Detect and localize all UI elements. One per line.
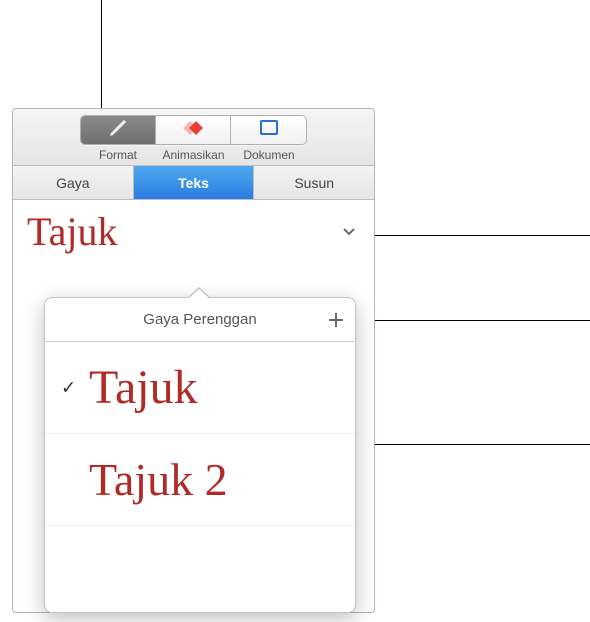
tab-style-label: Gaya [56, 175, 89, 191]
plus-icon [327, 311, 345, 329]
tab-style[interactable]: Gaya [13, 166, 134, 199]
view-segmented-control [80, 115, 307, 145]
style-item-label: Tajuk [89, 364, 198, 412]
tab-arrange[interactable]: Susun [254, 166, 374, 199]
format-segment[interactable] [81, 116, 156, 144]
paragraph-style-row: Tajuk [13, 200, 374, 266]
style-disclosure-button[interactable] [338, 227, 360, 237]
top-toolbar: Format Animasikan Dokumen [13, 109, 374, 166]
paragraph-style-list: ✓ Tajuk Tajuk 2 [45, 342, 355, 526]
checkmark-icon: ✓ [61, 377, 76, 398]
diamond-icon [179, 118, 207, 143]
animate-segment[interactable] [156, 116, 231, 144]
tab-text-label: Teks [178, 175, 209, 191]
style-item-label: Tajuk 2 [89, 457, 228, 503]
popover-title: Gaya Perenggan [143, 311, 256, 328]
popover-header: Gaya Perenggan [45, 298, 355, 342]
animate-segment-label: Animasikan [156, 148, 232, 162]
chevron-down-icon [342, 227, 356, 237]
paragraph-style-button[interactable]: Tajuk [27, 212, 338, 252]
style-item-title-2[interactable]: Tajuk 2 [45, 434, 355, 526]
paintbrush-icon [106, 118, 130, 143]
tab-arrange-label: Susun [294, 175, 334, 191]
toolbar-labels: Format Animasikan Dokumen [80, 148, 307, 162]
document-segment[interactable] [231, 116, 306, 144]
add-style-button[interactable] [327, 311, 345, 329]
document-segment-label: Dokumen [231, 148, 307, 162]
style-item-title[interactable]: ✓ Tajuk [45, 342, 355, 434]
inspector-tabs: Gaya Teks Susun [13, 166, 374, 200]
tab-text[interactable]: Teks [134, 166, 255, 199]
document-rect-icon [258, 119, 280, 142]
paragraph-styles-popover: Gaya Perenggan ✓ Tajuk Tajuk 2 [44, 297, 356, 613]
format-segment-label: Format [80, 148, 156, 162]
